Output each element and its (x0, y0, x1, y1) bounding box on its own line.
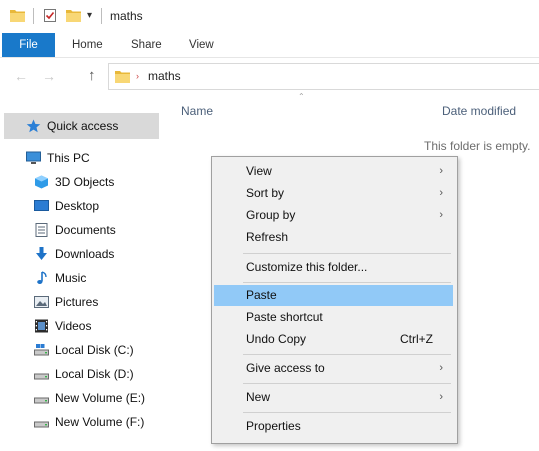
menu-item-new[interactable]: New › (214, 387, 453, 408)
empty-folder-message: This folder is empty. (424, 139, 531, 153)
sidebar-item-label: Music (55, 271, 87, 285)
title-bar: ▾ maths (0, 0, 539, 33)
menu-item-label: Sort by (246, 186, 285, 200)
menu-item-label: View (246, 164, 272, 178)
menu-item-label: Give access to (246, 361, 325, 375)
submenu-arrow-icon: › (439, 362, 443, 374)
sidebar-item-label: New Volume (F:) (55, 415, 145, 429)
downloads-icon (36, 247, 47, 260)
submenu-arrow-icon: › (439, 165, 443, 177)
videos-icon (35, 319, 48, 333)
sidebar-item-label: Pictures (55, 295, 99, 309)
menu-item-label: Paste (246, 288, 277, 302)
context-menu: View › Sort by › Group by › Refresh Cust… (211, 156, 458, 444)
submenu-arrow-icon: › (439, 391, 443, 403)
sidebar-item-label: Videos (55, 319, 92, 333)
menu-item-label: Undo Copy (246, 332, 307, 346)
navigation-bar: ← → ↑ › maths (0, 58, 539, 94)
sidebar-item-label: Quick access (47, 119, 119, 133)
breadcrumb-chevron-icon[interactable]: › (136, 71, 139, 81)
desktop-icon (34, 200, 49, 211)
menu-item-customize-folder[interactable]: Customize this folder... (214, 257, 453, 278)
menu-item-group-by[interactable]: Group by › (214, 205, 453, 226)
menu-separator (243, 282, 451, 283)
menu-item-paste[interactable]: Paste (214, 285, 453, 306)
drive-icon (34, 397, 49, 404)
menu-item-label: Properties (246, 419, 301, 433)
menu-separator (243, 354, 451, 355)
sidebar-item-label: Desktop (55, 199, 100, 213)
title-separator (33, 8, 34, 24)
music-icon (37, 271, 47, 284)
menu-item-label: Refresh (246, 230, 289, 244)
tab-home[interactable]: Home (66, 33, 109, 57)
new-folder-icon[interactable] (66, 9, 81, 22)
sidebar-item-label: Local Disk (C:) (55, 343, 134, 357)
submenu-arrow-icon: › (439, 187, 443, 199)
star-icon (26, 119, 41, 133)
menu-item-paste-shortcut[interactable]: Paste shortcut (214, 307, 453, 328)
3d-objects-icon (35, 175, 48, 189)
sidebar-item-label: Local Disk (D:) (55, 367, 134, 381)
tab-view[interactable]: View (183, 33, 220, 57)
documents-icon (35, 223, 48, 237)
properties-checkmark-icon[interactable] (44, 9, 56, 22)
pictures-icon (34, 296, 49, 308)
menu-item-refresh[interactable]: Refresh (214, 227, 453, 248)
sort-indicator-icon: ⌃ (298, 92, 305, 101)
column-header-name[interactable]: Name (181, 104, 213, 118)
back-arrow-icon[interactable]: ← (14, 68, 28, 84)
drive-icon (34, 373, 49, 380)
up-arrow-icon[interactable]: ↑ (88, 67, 96, 84)
drive-icon (34, 421, 49, 428)
menu-item-label: Paste shortcut (246, 310, 323, 324)
address-bar[interactable]: › maths (108, 63, 539, 90)
folder-icon (115, 71, 130, 83)
file-explorer-window: ▾ maths File Home Share View ← → ↑ › mat… (0, 0, 539, 451)
sidebar-item-label: Documents (55, 223, 116, 237)
menu-item-sort-by[interactable]: Sort by › (214, 183, 453, 204)
folder-icon (10, 10, 25, 22)
menu-item-properties[interactable]: Properties (214, 416, 453, 437)
computer-icon (26, 151, 41, 164)
menu-separator (243, 253, 451, 254)
sidebar-item-label: This PC (47, 151, 90, 165)
column-header-date-modified[interactable]: Date modified (442, 104, 516, 118)
ribbon-tabs: File Home Share View (0, 33, 539, 58)
customize-toolbar-dropdown-icon[interactable]: ▾ (87, 10, 92, 22)
menu-separator (243, 383, 451, 384)
menu-item-label: New (246, 390, 271, 404)
sidebar-item-label: 3D Objects (55, 175, 115, 189)
tab-file[interactable]: File (2, 33, 55, 57)
menu-item-view[interactable]: View › (214, 161, 453, 182)
breadcrumb-path[interactable]: maths (148, 69, 181, 83)
menu-item-give-access[interactable]: Give access to › (214, 358, 453, 379)
title-separator (101, 8, 102, 24)
drive-c-icon (34, 344, 49, 356)
submenu-arrow-icon: › (439, 209, 443, 221)
window-title: maths (110, 9, 143, 23)
sidebar-item-label: Downloads (55, 247, 115, 261)
sidebar-item-label: New Volume (E:) (55, 391, 146, 405)
menu-item-label: Group by (246, 208, 296, 222)
tab-share[interactable]: Share (125, 33, 168, 57)
forward-arrow-icon[interactable]: → (42, 68, 56, 84)
menu-item-shortcut: Ctrl+Z (400, 332, 433, 346)
menu-separator (243, 412, 451, 413)
menu-item-undo-copy[interactable]: Undo Copy Ctrl+Z (214, 329, 453, 350)
menu-item-label: Customize this folder... (246, 260, 368, 274)
